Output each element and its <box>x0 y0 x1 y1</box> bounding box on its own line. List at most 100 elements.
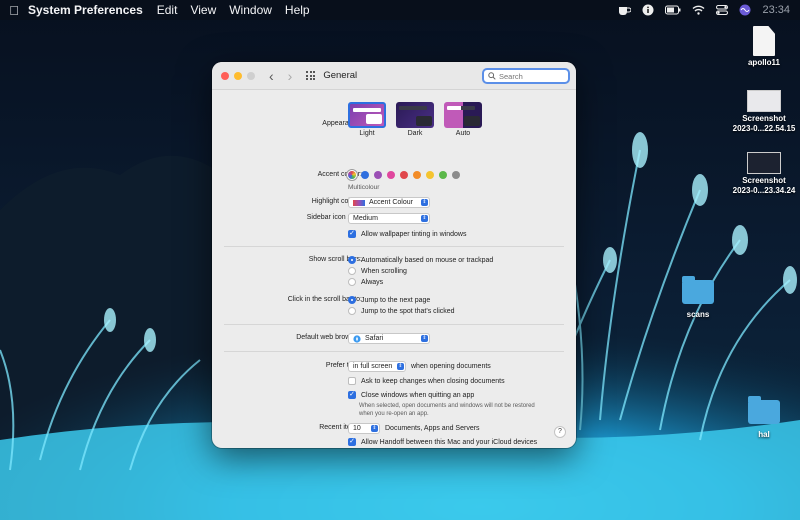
default-browser-row: Safari ⇕ <box>348 333 430 344</box>
desktop-item-label: apollo11 <box>747 58 780 67</box>
highlight-swatch-icon <box>353 199 365 206</box>
close-windows-row[interactable]: ✓ Close windows when quitting an app <box>348 391 474 399</box>
radio-button[interactable] <box>348 278 356 286</box>
wallpaper-tinting-checkbox-row[interactable]: ✓ Allow wallpaper tinting in windows <box>348 230 466 238</box>
menu-bar:  System Preferences Edit View Window He… <box>0 0 800 20</box>
accent-graphite-swatch[interactable] <box>452 171 460 179</box>
search-field[interactable] <box>482 68 570 84</box>
radio-button-selected[interactable] <box>348 256 356 264</box>
minimize-window-button[interactable] <box>234 71 242 80</box>
accent-purple-swatch[interactable] <box>374 171 382 179</box>
appearance-light-thumbnail[interactable] <box>348 102 386 128</box>
highlight-colour-popup[interactable]: Accent Colour ⇕ <box>348 197 430 208</box>
accent-red-swatch[interactable] <box>400 171 408 179</box>
close-window-button[interactable] <box>221 71 229 80</box>
wifi-icon[interactable] <box>692 4 705 16</box>
handoff-row[interactable]: ✓ Allow Handoff between this Mac and you… <box>348 438 537 446</box>
appearance-auto-label: Auto <box>455 130 471 137</box>
ask-keep-changes-checkbox[interactable]: ✓ <box>348 377 356 385</box>
popup-chevron-icon: ⇕ <box>371 425 378 432</box>
handoff-checkbox[interactable]: ✓ <box>348 438 356 446</box>
scroll-bars-option-label: Always <box>361 278 384 286</box>
menu-edit[interactable]: Edit <box>157 3 178 17</box>
popup-chevron-icon: ⇕ <box>421 199 428 206</box>
desktop-item-label: Screenshot 2023-0...23.34.24 <box>732 176 796 195</box>
appearance-dark-thumbnail[interactable] <box>396 102 434 128</box>
scroll-bars-option-always[interactable]: Always <box>348 278 383 286</box>
highlight-colour-row: Accent Colour ⇕ <box>348 197 430 208</box>
accent-yellow-swatch[interactable] <box>426 171 434 179</box>
radio-button[interactable] <box>348 267 356 275</box>
popup-chevron-icon: ⇕ <box>421 215 428 222</box>
scroll-bars-option-label: When scrolling <box>361 267 407 275</box>
battery-icon[interactable] <box>665 4 681 16</box>
help-button[interactable]: ? <box>554 426 566 438</box>
click-scroll-option-label: Jump to the spot that's clicked <box>361 307 455 315</box>
scroll-bars-option-when-scrolling[interactable]: When scrolling <box>348 267 407 275</box>
accent-pink-swatch[interactable] <box>387 171 395 179</box>
show-all-grid-icon[interactable] <box>306 71 316 80</box>
recent-items-row: 10 ⇕ Documents, Apps and Servers <box>348 423 480 434</box>
menu-view[interactable]: View <box>190 3 216 17</box>
window-titlebar[interactable]: ‹ › General <box>212 62 576 90</box>
section-divider <box>224 246 564 247</box>
default-browser-popup[interactable]: Safari ⇕ <box>348 333 430 344</box>
screenshot-thumbnail-icon <box>747 90 781 112</box>
forward-chevron-icon[interactable]: › <box>288 69 293 83</box>
highlight-colour-value: Accent Colour <box>369 199 413 206</box>
click-scroll-option-next-page[interactable]: Jump to the next page <box>348 296 430 304</box>
system-preferences-window: ‹ › General Appearance: Light Dark <box>212 62 576 448</box>
prefer-tabs-value: in full screen <box>353 363 393 370</box>
accent-orange-swatch[interactable] <box>413 171 421 179</box>
zoom-window-button[interactable] <box>247 71 255 80</box>
sidebar-icon-size-popup[interactable]: Medium ⇕ <box>348 213 430 224</box>
ask-keep-changes-row[interactable]: ✓ Ask to keep changes when closing docum… <box>348 377 505 385</box>
appearance-auto-thumbnail[interactable] <box>444 102 482 128</box>
sidebar-icon-size-row: Medium ⇕ <box>348 213 430 224</box>
desktop-item-hal[interactable]: hal <box>724 396 800 440</box>
prefer-tabs-suffix: when opening documents <box>411 363 491 370</box>
back-chevron-icon[interactable]: ‹ <box>269 69 274 83</box>
menu-app-name[interactable]: System Preferences <box>28 3 143 17</box>
prefer-tabs-popup[interactable]: in full screen ⇕ <box>348 361 406 372</box>
apple-menu-icon[interactable]:  <box>0 3 28 18</box>
info-circle-icon[interactable] <box>642 4 654 16</box>
radio-button-selected[interactable] <box>348 296 356 304</box>
radio-button[interactable] <box>348 307 356 315</box>
document-icon <box>753 26 775 56</box>
scroll-bars-option-label: Automatically based on mouse or trackpad <box>361 256 494 264</box>
sidebar-icon-size-value: Medium <box>353 215 378 222</box>
general-pane: Appearance: Light Dark Auto Accent colou… <box>212 90 576 448</box>
desktop-item-screenshot-1[interactable]: Screenshot 2023-0...22.54.15 <box>724 90 800 134</box>
menu-clock[interactable]: 23:34 <box>762 4 790 16</box>
scroll-bars-option-auto[interactable]: Automatically based on mouse or trackpad <box>348 256 493 264</box>
accent-caption: Multicolour <box>348 184 380 191</box>
safari-compass-icon <box>353 334 361 343</box>
search-input[interactable] <box>496 71 566 81</box>
desktop-item-scans[interactable]: scans <box>658 276 738 320</box>
desktop-item-apollo11[interactable]: apollo11 <box>724 26 800 68</box>
accent-green-swatch[interactable] <box>439 171 447 179</box>
desktop-item-label: hal <box>758 430 770 439</box>
accent-multicolour-swatch[interactable] <box>348 171 356 179</box>
accent-colour-swatches <box>348 171 465 179</box>
wallpaper-tinting-checkbox[interactable]: ✓ <box>348 230 356 238</box>
default-browser-value: Safari <box>365 335 384 342</box>
folder-icon <box>748 396 780 424</box>
click-scroll-option-label: Jump to the next page <box>361 296 431 304</box>
recent-items-popup[interactable]: 10 ⇕ <box>348 423 380 434</box>
menu-help[interactable]: Help <box>285 3 310 17</box>
desktop-item-screenshot-2[interactable]: Screenshot 2023-0...23.34.24 <box>724 152 800 196</box>
popup-chevron-icon: ⇕ <box>397 363 404 370</box>
close-windows-note-line2: when you re-open an app. <box>359 411 429 417</box>
accent-blue-swatch[interactable] <box>361 171 369 179</box>
menu-window[interactable]: Window <box>229 3 272 17</box>
click-scroll-option-spot[interactable]: Jump to the spot that's clicked <box>348 307 455 315</box>
control-center-icon[interactable] <box>716 4 729 16</box>
coffee-cup-icon[interactable] <box>617 4 632 16</box>
recent-items-value: 10 <box>353 425 361 432</box>
screenshot-thumbnail-icon <box>747 152 781 174</box>
close-windows-checkbox[interactable]: ✓ <box>348 391 356 399</box>
siri-icon[interactable] <box>739 4 751 16</box>
appearance-light-label: Light <box>359 130 375 137</box>
